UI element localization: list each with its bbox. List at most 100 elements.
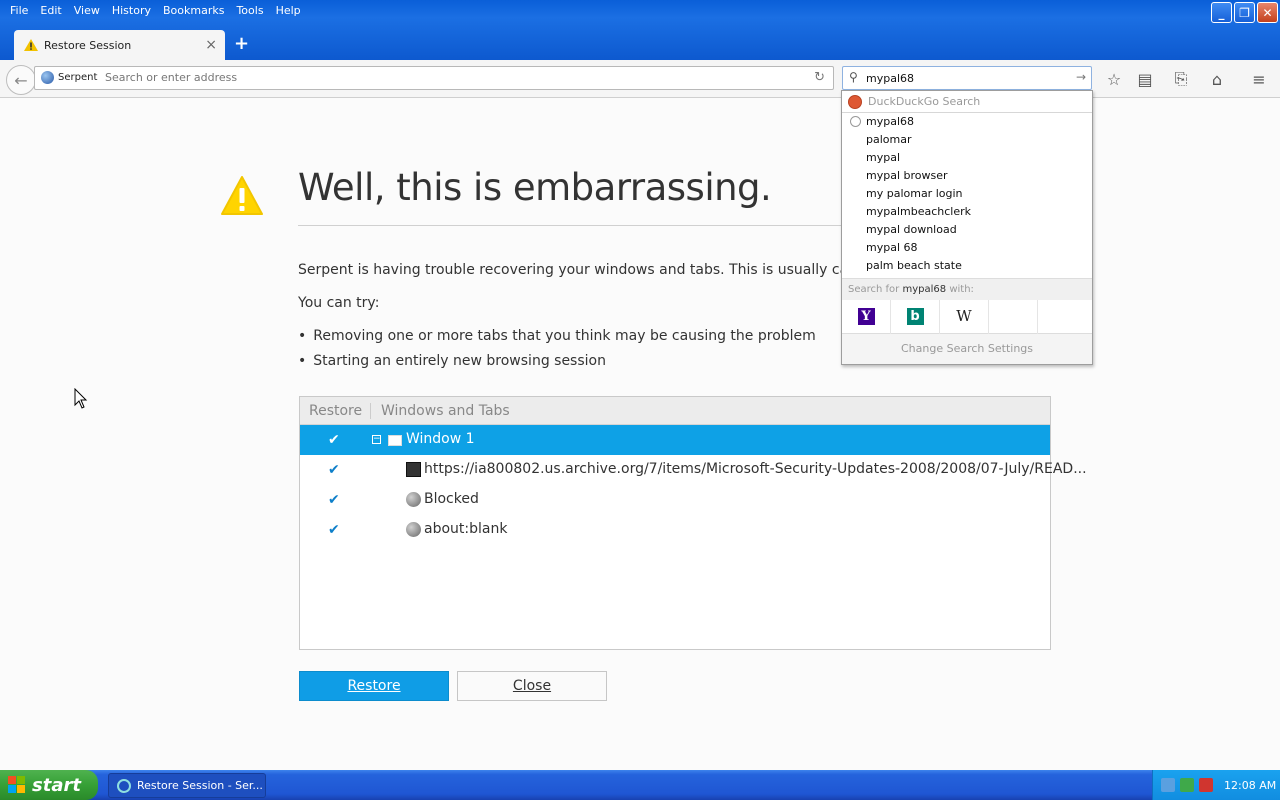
change-search-settings-button[interactable]: Change Search Settings <box>842 334 1092 364</box>
suggestion-item[interactable]: mypal 68 <box>842 239 1092 257</box>
row-label: https://ia800802.us.archive.org/7/items/… <box>424 461 1087 477</box>
history-clock-icon <box>850 116 861 127</box>
security-shield-icon[interactable] <box>1199 778 1213 792</box>
empty-engine-slot <box>1038 300 1087 334</box>
column-windows-tabs[interactable]: Windows and Tabs <box>371 403 510 419</box>
menu-bookmarks[interactable]: Bookmarks <box>157 0 230 22</box>
taskbar-item-label: Restore Session - Ser... <box>137 779 263 792</box>
wikipedia-icon: W <box>956 307 972 325</box>
tree-row-window[interactable]: ✔ − Window 1 <box>300 425 1050 455</box>
popup-engine-label: DuckDuckGo Search <box>868 95 981 108</box>
system-tray: 12:08 AM <box>1152 770 1280 800</box>
back-arrow-icon: ← <box>14 70 28 90</box>
suggestion-item: Removing one or more tabs that you think… <box>298 328 816 344</box>
url-bar[interactable]: Serpent Search or enter address ↻ <box>34 66 834 90</box>
clock: 12:08 AM <box>1224 778 1277 792</box>
tree-header: Restore Windows and Tabs <box>300 397 1050 425</box>
wikipedia-engine-button[interactable]: W <box>940 299 989 334</box>
search-input[interactable]: mypal68 <box>866 72 914 85</box>
suggestion-item[interactable]: palomar <box>842 131 1092 149</box>
start-label: start <box>32 774 81 796</box>
tree-row-tab[interactable]: ✔ Blocked <box>300 485 1050 515</box>
yahoo-icon: Y <box>857 308 875 325</box>
checkmark-icon[interactable]: ✔ <box>328 462 340 478</box>
identity-box[interactable]: Serpent <box>41 71 97 84</box>
back-button[interactable]: ← <box>6 65 36 95</box>
warning-icon <box>221 176 263 215</box>
restore-button[interactable]: Restore <box>299 671 449 701</box>
suggestion-item[interactable]: mypal browser <box>842 167 1092 185</box>
column-restore[interactable]: Restore <box>300 402 371 419</box>
checkmark-icon[interactable]: ✔ <box>328 492 340 508</box>
tabstrip: Restore Session × + <box>0 27 1280 60</box>
warning-icon <box>24 39 38 51</box>
tab-close-icon[interactable]: × <box>205 37 217 53</box>
bing-engine-button[interactable]: b <box>891 299 940 334</box>
mouse-cursor-icon <box>74 388 88 409</box>
window-titlebar: File Edit View History Bookmarks Tools H… <box>0 0 1280 60</box>
suggestion-item[interactable]: my palomar login <box>842 185 1092 203</box>
row-label: Blocked <box>424 491 479 507</box>
window-icon <box>388 435 402 446</box>
suggestion-item: Starting an entirely new browsing sessio… <box>298 353 606 369</box>
suggestion-item[interactable]: mypal68 <box>842 113 1092 131</box>
close-button[interactable]: Close <box>457 671 607 701</box>
checkmark-icon[interactable]: ✔ <box>328 432 340 448</box>
bing-icon: b <box>906 308 924 325</box>
bookmarks-menu-icon[interactable]: ▤ <box>1134 68 1156 90</box>
new-tab-icon[interactable]: + <box>234 33 249 54</box>
restore-window-button[interactable]: ❐ <box>1234 2 1255 23</box>
taskbar-item-browser[interactable]: Restore Session - Ser... <box>108 773 266 798</box>
row-label: Window 1 <box>406 431 475 447</box>
search-with-label: Search for mypal68 with: <box>842 278 1092 300</box>
network-icon[interactable] <box>1161 778 1175 792</box>
suggestion-item[interactable]: palm beach state <box>842 257 1092 275</box>
minimize-button[interactable]: _ <box>1211 2 1232 23</box>
window-controls: _ ❐ ✕ <box>1211 2 1278 23</box>
search-go-icon[interactable]: → <box>1076 70 1086 84</box>
suggestion-item[interactable]: mypal download <box>842 221 1092 239</box>
page-title: Well, this is embarrassing. <box>298 166 772 209</box>
duckduckgo-icon <box>848 94 862 109</box>
start-button[interactable]: start <box>0 770 98 800</box>
yahoo-engine-button[interactable]: Y <box>842 299 891 334</box>
tab-restore-session[interactable]: Restore Session × <box>14 30 225 60</box>
taskbar: start Restore Session - Ser... 12:08 AM <box>0 770 1280 800</box>
globe-icon <box>406 522 421 537</box>
reload-icon[interactable]: ↻ <box>814 70 825 85</box>
identity-label: Serpent <box>58 72 98 83</box>
suggestion-item[interactable]: mypalmbeachclerk <box>842 203 1092 221</box>
tree-row-tab[interactable]: ✔ about:blank <box>300 515 1050 545</box>
tab-label: Restore Session <box>44 38 132 52</box>
serpent-icon <box>117 778 131 793</box>
bookmark-star-icon[interactable]: ☆ <box>1103 68 1125 90</box>
row-label: about:blank <box>424 521 508 537</box>
search-bar[interactable]: ⚲ mypal68 → <box>842 66 1092 90</box>
checkmark-icon[interactable]: ✔ <box>328 522 340 538</box>
menu-view[interactable]: View <box>68 0 106 22</box>
menu-history[interactable]: History <box>106 0 157 22</box>
error-message: Serpent is having trouble recovering you… <box>298 262 882 278</box>
menu-hamburger-icon[interactable]: ≡ <box>1248 68 1270 90</box>
archive-favicon-icon <box>406 462 421 477</box>
collapse-icon[interactable]: − <box>372 435 381 444</box>
home-icon[interactable]: ⌂ <box>1206 68 1228 90</box>
menubar: File Edit View History Bookmarks Tools H… <box>0 0 307 22</box>
update-icon[interactable] <box>1180 778 1194 792</box>
session-tree[interactable]: Restore Windows and Tabs ✔ − Window 1 ✔ … <box>299 396 1087 650</box>
menu-edit[interactable]: Edit <box>34 0 67 22</box>
url-input[interactable]: Search or enter address <box>105 71 237 84</box>
menu-tools[interactable]: Tools <box>230 0 269 22</box>
close-window-button[interactable]: ✕ <box>1257 2 1278 23</box>
suggestion-item[interactable]: mypal <box>842 149 1092 167</box>
menu-help[interactable]: Help <box>270 0 307 22</box>
menu-file[interactable]: File <box>4 0 34 22</box>
empty-engine-slot <box>989 299 1038 334</box>
downloads-icon[interactable]: ⎘ <box>1170 68 1192 90</box>
tree-row-tab[interactable]: ✔ https://ia800802.us.archive.org/7/item… <box>300 455 1087 485</box>
globe-icon <box>41 71 54 84</box>
popup-engine-header: DuckDuckGo Search <box>842 91 1092 113</box>
globe-icon <box>406 492 421 507</box>
one-off-engines: Y b W <box>842 299 1092 334</box>
windows-logo-icon <box>8 776 26 794</box>
